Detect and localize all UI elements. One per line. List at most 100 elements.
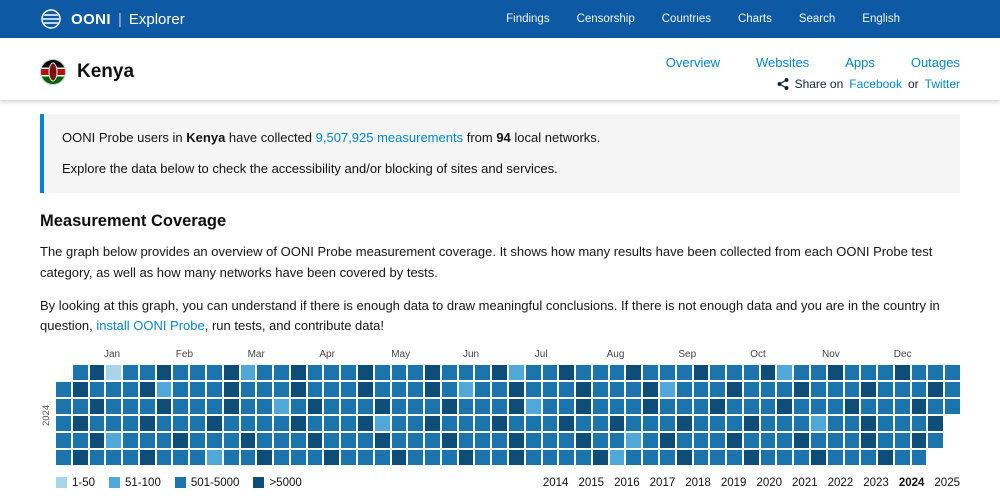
heatmap-cell[interactable]: [274, 433, 289, 448]
heatmap-cell[interactable]: [56, 399, 71, 414]
heatmap-cell[interactable]: [526, 416, 541, 431]
heatmap-cell[interactable]: [375, 399, 390, 414]
year-item[interactable]: 2024: [899, 477, 925, 489]
heatmap-cell[interactable]: [694, 433, 709, 448]
heatmap-cell[interactable]: [509, 416, 524, 431]
heatmap-cell[interactable]: [157, 433, 172, 448]
heatmap-cell[interactable]: [761, 399, 776, 414]
year-item[interactable]: 2025: [934, 477, 960, 489]
heatmap-cell[interactable]: [543, 450, 558, 465]
heatmap-cell[interactable]: [895, 365, 910, 380]
heatmap-cell[interactable]: [90, 399, 105, 414]
year-item[interactable]: 2020: [756, 477, 782, 489]
heatmap-cell[interactable]: [610, 416, 625, 431]
heatmap-cell[interactable]: [811, 433, 826, 448]
heatmap-cell[interactable]: [660, 416, 675, 431]
heatmap-cell[interactable]: [761, 382, 776, 397]
heatmap-cell[interactable]: [526, 433, 541, 448]
heatmap-cell[interactable]: [643, 433, 658, 448]
heatmap-cell[interactable]: [777, 365, 792, 380]
heatmap-cell[interactable]: [626, 382, 641, 397]
heatmap-cell[interactable]: [761, 416, 776, 431]
heatmap-cell[interactable]: [173, 382, 188, 397]
heatmap-cell[interactable]: [878, 382, 893, 397]
heatmap-cell[interactable]: [224, 450, 239, 465]
ooni-brand-home-link[interactable]: OONI | Explorer: [40, 8, 185, 30]
heatmap-cell[interactable]: [878, 399, 893, 414]
heatmap-cell[interactable]: [123, 450, 138, 465]
heatmap-cell[interactable]: [945, 399, 960, 414]
heatmap-cell[interactable]: [694, 382, 709, 397]
heatmap-cell[interactable]: [123, 365, 138, 380]
heatmap-cell[interactable]: [895, 416, 910, 431]
heatmap-cell[interactable]: [895, 399, 910, 414]
heatmap-cell[interactable]: [694, 450, 709, 465]
heatmap-cell[interactable]: [442, 365, 457, 380]
heatmap-cell[interactable]: [190, 450, 205, 465]
year-item[interactable]: 2018: [685, 477, 711, 489]
year-item[interactable]: 2014: [543, 477, 569, 489]
heatmap-cell[interactable]: [207, 399, 222, 414]
heatmap-cell[interactable]: [794, 365, 809, 380]
heatmap-cell[interactable]: [442, 450, 457, 465]
heatmap-cell[interactable]: [593, 433, 608, 448]
heatmap-cell[interactable]: [878, 433, 893, 448]
heatmap-cell[interactable]: [677, 450, 692, 465]
heatmap-cell[interactable]: [912, 365, 927, 380]
tab-websites[interactable]: Websites: [756, 55, 809, 70]
heatmap-cell[interactable]: [358, 433, 373, 448]
heatmap-cell[interactable]: [492, 416, 507, 431]
heatmap-cell[interactable]: [559, 365, 574, 380]
heatmap-cell[interactable]: [677, 382, 692, 397]
heatmap-cell[interactable]: [694, 365, 709, 380]
heatmap-cell[interactable]: [912, 450, 927, 465]
heatmap-cell[interactable]: [274, 382, 289, 397]
heatmap-cell[interactable]: [811, 450, 826, 465]
heatmap-cell[interactable]: [761, 433, 776, 448]
heatmap-cell[interactable]: [241, 382, 256, 397]
heatmap-cell[interactable]: [912, 382, 927, 397]
heatmap-cell[interactable]: [710, 433, 725, 448]
heatmap-cell[interactable]: [324, 399, 339, 414]
heatmap-cell[interactable]: [408, 365, 423, 380]
heatmap-cell[interactable]: [727, 365, 742, 380]
heatmap-cell[interactable]: [425, 433, 440, 448]
heatmap-cell[interactable]: [828, 365, 843, 380]
heatmap-cell[interactable]: [459, 399, 474, 414]
heatmap-cell[interactable]: [845, 433, 860, 448]
install-ooni-probe-link[interactable]: install OONI Probe: [96, 318, 204, 333]
heatmap-cell[interactable]: [710, 382, 725, 397]
heatmap-cell[interactable]: [559, 433, 574, 448]
heatmap-cell[interactable]: [777, 382, 792, 397]
heatmap-cell[interactable]: [509, 399, 524, 414]
heatmap-cell[interactable]: [56, 450, 71, 465]
heatmap-cell[interactable]: [442, 382, 457, 397]
heatmap-cell[interactable]: [257, 416, 272, 431]
heatmap-cell[interactable]: [928, 433, 943, 448]
heatmap-cell[interactable]: [509, 450, 524, 465]
heatmap-cell[interactable]: [610, 433, 625, 448]
heatmap-cell[interactable]: [425, 382, 440, 397]
heatmap-cell[interactable]: [324, 450, 339, 465]
heatmap-cell[interactable]: [945, 365, 960, 380]
heatmap-cell[interactable]: [811, 382, 826, 397]
year-item[interactable]: 2021: [792, 477, 818, 489]
language-selector[interactable]: English: [862, 13, 900, 25]
heatmap-cell[interactable]: [358, 416, 373, 431]
heatmap-cell[interactable]: [492, 382, 507, 397]
heatmap-cell[interactable]: [492, 450, 507, 465]
heatmap-cell[interactable]: [492, 399, 507, 414]
heatmap-cell[interactable]: [626, 433, 641, 448]
year-item[interactable]: 2023: [863, 477, 889, 489]
heatmap-cell[interactable]: [341, 416, 356, 431]
year-item[interactable]: 2022: [828, 477, 854, 489]
heatmap-cell[interactable]: [861, 365, 876, 380]
nav-item-countries[interactable]: Countries: [662, 13, 711, 25]
heatmap-cell[interactable]: [475, 450, 490, 465]
heatmap-cell[interactable]: [157, 382, 172, 397]
heatmap-cell[interactable]: [660, 433, 675, 448]
heatmap-cell[interactable]: [744, 450, 759, 465]
heatmap-cell[interactable]: [241, 433, 256, 448]
heatmap-cell[interactable]: [694, 416, 709, 431]
heatmap-cell[interactable]: [828, 450, 843, 465]
